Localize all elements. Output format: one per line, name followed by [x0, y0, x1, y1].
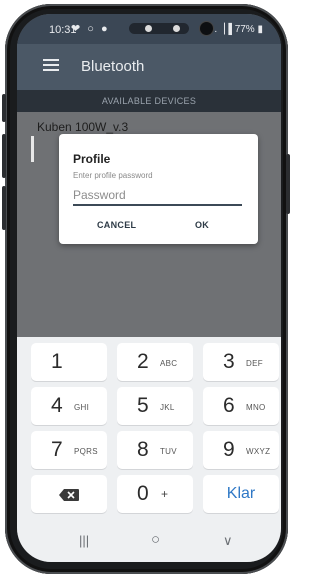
backspace-key[interactable]: [31, 475, 107, 513]
sensor-dot: [145, 25, 152, 32]
hamburger-menu-icon[interactable]: [43, 59, 59, 71]
done-key[interactable]: Klar: [203, 475, 279, 513]
key-3[interactable]: 3 DEF: [203, 343, 279, 381]
key-number: 8: [137, 438, 149, 461]
key-0[interactable]: 0 +: [117, 475, 193, 513]
dialog-message: Enter profile password: [73, 171, 153, 180]
power-button: [286, 154, 290, 214]
done-label: Klar: [226, 485, 256, 502]
key-7[interactable]: 7 PQRS: [31, 431, 107, 469]
profile-dialog: Profile Enter profile password CANCEL OK: [59, 134, 258, 244]
key-number: 5: [137, 394, 149, 417]
scroll-edge-indicator: [31, 136, 34, 162]
key-5[interactable]: 5 JKL: [117, 387, 193, 425]
notification-icons: ❤ ○ ●: [71, 23, 110, 35]
app-title: Bluetooth: [81, 58, 145, 75]
front-camera-icon: [200, 22, 213, 35]
key-letters: DEF: [246, 359, 263, 368]
side-button: [2, 94, 6, 122]
app-bar: Bluetooth: [17, 44, 281, 90]
password-input[interactable]: [73, 186, 242, 206]
key-letters: JKL: [160, 403, 175, 412]
side-button: [2, 186, 6, 230]
navigation-bar: ||| ○ ∨: [17, 522, 281, 562]
key-6[interactable]: 6 MNO: [203, 387, 279, 425]
key-1[interactable]: 1: [31, 343, 107, 381]
key-number: 6: [223, 394, 235, 417]
side-button: [2, 134, 6, 178]
key-number: 1: [51, 350, 63, 373]
home-icon[interactable]: ○: [151, 531, 160, 548]
key-letters: GHI: [74, 403, 90, 412]
key-letters: TUV: [160, 447, 177, 456]
key-number: 9: [223, 438, 235, 461]
recents-icon[interactable]: |||: [79, 533, 89, 548]
dialog-title: Profile: [73, 152, 111, 166]
key-number: 3: [223, 350, 235, 373]
battery-indicator: .▕▐ 77% ▮: [214, 24, 263, 35]
sensor-dot: [173, 25, 180, 32]
key-letters: WXYZ: [246, 447, 271, 456]
plus-symbol: +: [161, 487, 169, 501]
battery-icon: ▮: [257, 24, 263, 35]
key-4[interactable]: 4 GHI: [31, 387, 107, 425]
backspace-icon: [59, 489, 79, 501]
key-letters: MNO: [246, 403, 266, 412]
ok-button[interactable]: OK: [195, 220, 209, 230]
key-number: 7: [51, 438, 63, 461]
key-8[interactable]: 8 TUV: [117, 431, 193, 469]
back-icon[interactable]: ∨: [223, 533, 233, 549]
phone-screen: 10:31 ❤ ○ ● .▕▐ 77% ▮ Bluetooth AVAILABL…: [17, 14, 281, 562]
device-list-item[interactable]: Kuben 100W_v.3: [37, 120, 128, 134]
key-9[interactable]: 9 WXYZ: [203, 431, 279, 469]
key-number: 0: [137, 482, 149, 505]
numeric-keyboard: 1 2 ABC 3 DEF 4 GHI 5 JKL 6 MNO 7 PQRS 8…: [17, 337, 281, 522]
speaker-notch: [129, 22, 213, 35]
battery-level: 77%: [234, 24, 255, 35]
status-bar: 10:31 ❤ ○ ● .▕▐ 77% ▮: [17, 14, 281, 44]
section-header: AVAILABLE DEVICES: [17, 90, 281, 112]
key-letters: PQRS: [74, 447, 98, 456]
key-letters: ABC: [160, 359, 178, 368]
key-number: 2: [137, 350, 149, 373]
key-number: 4: [51, 394, 63, 417]
cancel-button[interactable]: CANCEL: [97, 220, 136, 230]
signal-icon: .▕▐: [214, 24, 232, 35]
key-2[interactable]: 2 ABC: [117, 343, 193, 381]
